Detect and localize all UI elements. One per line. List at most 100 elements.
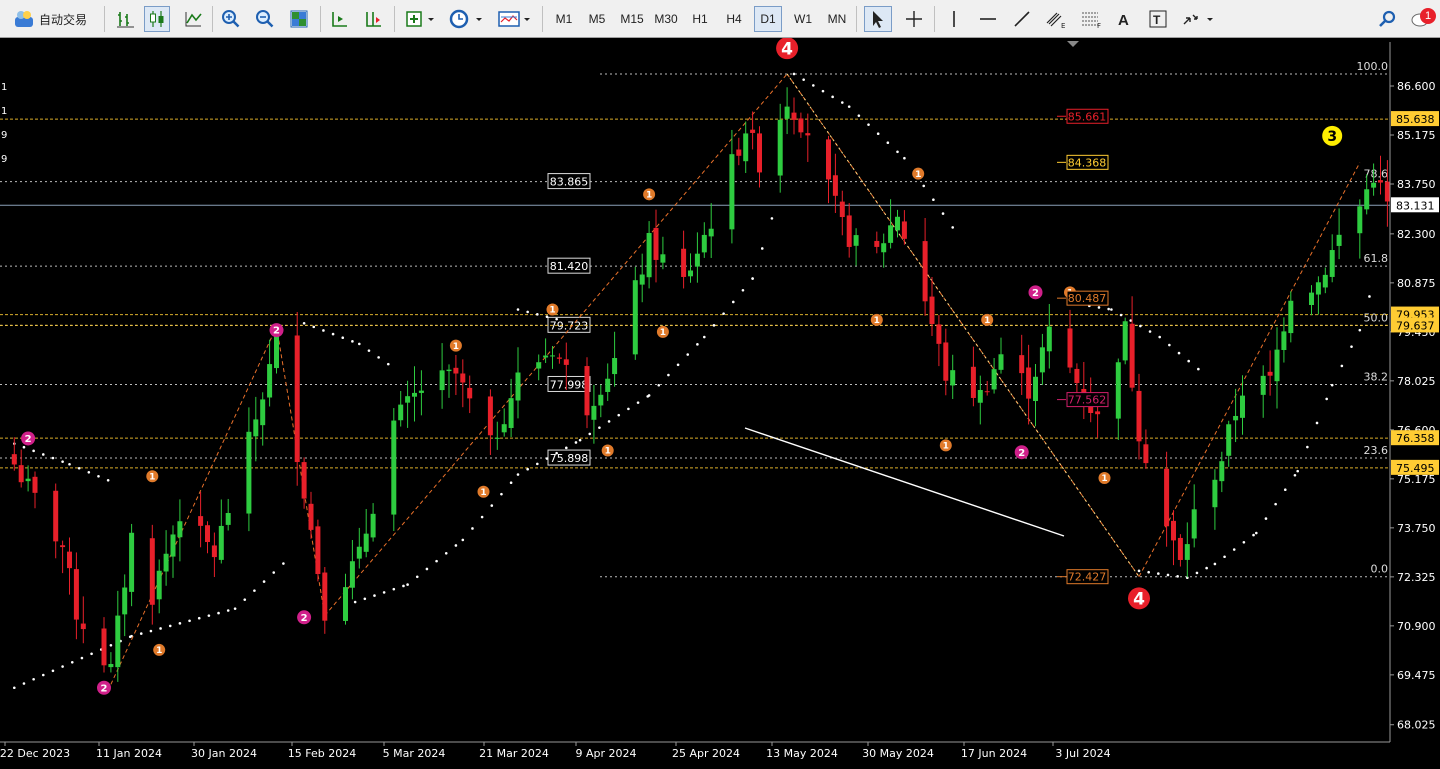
wave-label-text: 1 bbox=[874, 316, 880, 326]
fib-price-label: 83.865 bbox=[550, 176, 589, 189]
text-label-button[interactable]: T bbox=[1144, 6, 1172, 32]
candle-body bbox=[1019, 355, 1025, 374]
candle-body bbox=[122, 587, 128, 615]
candle-body bbox=[584, 366, 590, 416]
candle-body bbox=[1274, 349, 1280, 382]
candle-body bbox=[1336, 234, 1342, 246]
price-tick-label: 72.325 bbox=[1397, 571, 1436, 584]
timeframe-m5-button[interactable]: M5 bbox=[582, 6, 612, 32]
candle-body bbox=[1371, 182, 1377, 188]
sar-dot bbox=[197, 616, 201, 620]
sar-dot bbox=[22, 445, 26, 449]
auto-trading-icon bbox=[14, 11, 33, 27]
auto-trading-button[interactable]: 自动交易 bbox=[4, 6, 96, 32]
time-tick-label: 22 Dec 2023 bbox=[0, 747, 70, 760]
candle-body bbox=[1184, 544, 1190, 560]
horizontal-line-button[interactable] bbox=[974, 6, 1002, 32]
projection-label: 72.427 bbox=[1068, 571, 1107, 584]
sar-dot bbox=[1197, 367, 1200, 371]
timeframe-mn-button[interactable]: MN bbox=[822, 6, 852, 32]
search-button[interactable] bbox=[1374, 6, 1400, 32]
timeframe-d1-button[interactable]: D1 bbox=[754, 6, 782, 32]
sar-dot bbox=[77, 466, 81, 470]
candle-body bbox=[1309, 292, 1314, 306]
candle-body bbox=[612, 358, 618, 375]
sar-dot bbox=[367, 349, 371, 352]
fibonacci-button[interactable]: F bbox=[1076, 6, 1108, 32]
template-icon bbox=[498, 11, 530, 27]
chart-shift-icon bbox=[332, 12, 347, 27]
trendline-button[interactable] bbox=[1008, 6, 1036, 32]
sar-dot bbox=[32, 449, 35, 453]
candle-body bbox=[901, 221, 907, 239]
price-tick-label: 82.300 bbox=[1397, 228, 1436, 241]
line-chart-button[interactable] bbox=[180, 6, 206, 32]
sar-dot bbox=[1223, 555, 1226, 559]
price-tick-label: 68.025 bbox=[1397, 719, 1436, 732]
current-price-label: 83.131 bbox=[1396, 199, 1435, 212]
candle-body bbox=[156, 570, 162, 600]
candle-body bbox=[1260, 375, 1266, 395]
candle-body bbox=[508, 398, 514, 428]
candle-body bbox=[80, 623, 86, 630]
time-tick-label: 25 Apr 2024 bbox=[672, 747, 740, 760]
wave-label-text: 2 bbox=[1032, 288, 1039, 299]
candle-body bbox=[1046, 326, 1052, 352]
timeframe-h1-button[interactable]: H1 bbox=[686, 6, 714, 32]
sar-dot bbox=[1195, 571, 1199, 575]
zoom-out-button[interactable] bbox=[252, 6, 278, 32]
candlestick-chart-button[interactable] bbox=[144, 6, 170, 32]
cursor-button[interactable] bbox=[864, 6, 892, 32]
autoscroll-button[interactable] bbox=[360, 6, 386, 32]
sar-dot bbox=[490, 504, 494, 507]
crosshair-button[interactable] bbox=[900, 6, 928, 32]
candle-body bbox=[977, 389, 983, 403]
tile-windows-button[interactable] bbox=[286, 6, 312, 32]
sar-dot bbox=[159, 627, 162, 630]
sar-dot bbox=[1137, 569, 1141, 573]
sar-dot bbox=[636, 401, 640, 404]
time-tick-label: 11 Jan 2024 bbox=[96, 747, 162, 760]
zoom-in-button[interactable] bbox=[218, 6, 244, 32]
timeframe-w1-button[interactable]: W1 bbox=[788, 6, 818, 32]
periods-button[interactable] bbox=[446, 6, 486, 32]
sar-dot bbox=[109, 643, 113, 647]
sar-dot bbox=[322, 329, 325, 332]
candle-body bbox=[301, 462, 307, 499]
equidistant-channel-button[interactable]: E bbox=[1040, 6, 1072, 32]
sar-dot bbox=[500, 492, 503, 496]
sar-dot bbox=[253, 589, 256, 592]
sar-dot bbox=[178, 622, 182, 625]
templates-button[interactable] bbox=[494, 6, 534, 32]
timeframe-m15-button[interactable]: M15 bbox=[616, 6, 648, 32]
chart-shift-button[interactable] bbox=[326, 6, 352, 32]
arrows-button[interactable] bbox=[1178, 6, 1218, 32]
text-button[interactable]: A bbox=[1110, 6, 1138, 32]
candle-body bbox=[1177, 537, 1183, 560]
candle-body bbox=[149, 538, 155, 605]
timeframe-h4-button[interactable]: H4 bbox=[720, 6, 748, 32]
vertical-line-button[interactable] bbox=[940, 6, 968, 32]
sar-dot bbox=[712, 324, 716, 327]
candle-body bbox=[1136, 390, 1142, 442]
timeframe-m1-button[interactable]: M1 bbox=[550, 6, 578, 32]
sar-dot bbox=[1119, 313, 1123, 317]
indicators-button[interactable] bbox=[402, 6, 438, 32]
time-tick-label: 9 Apr 2024 bbox=[575, 747, 636, 760]
time-tick-label: 3 Jul 2024 bbox=[1055, 747, 1110, 760]
price-chart[interactable]: 100.078.661.850.038.223.60.083.86581.420… bbox=[0, 38, 1440, 769]
bar-chart-button[interactable] bbox=[112, 6, 138, 32]
sar-dot bbox=[657, 383, 661, 387]
candle-body bbox=[984, 391, 990, 393]
sar-dot bbox=[941, 212, 945, 215]
sar-dot bbox=[722, 312, 725, 315]
timeframe-m30-button[interactable]: M30 bbox=[650, 6, 682, 32]
sar-dot bbox=[226, 609, 230, 612]
sar-dot bbox=[1205, 566, 1208, 570]
wave-label-text: 1 bbox=[156, 646, 162, 656]
sar-dot bbox=[1296, 469, 1299, 473]
fib-ratio-label: 0.0 bbox=[1371, 563, 1389, 576]
sar-dot bbox=[341, 336, 345, 340]
left-edge-digit: 9 bbox=[1, 130, 7, 141]
candle-body bbox=[1095, 411, 1101, 415]
